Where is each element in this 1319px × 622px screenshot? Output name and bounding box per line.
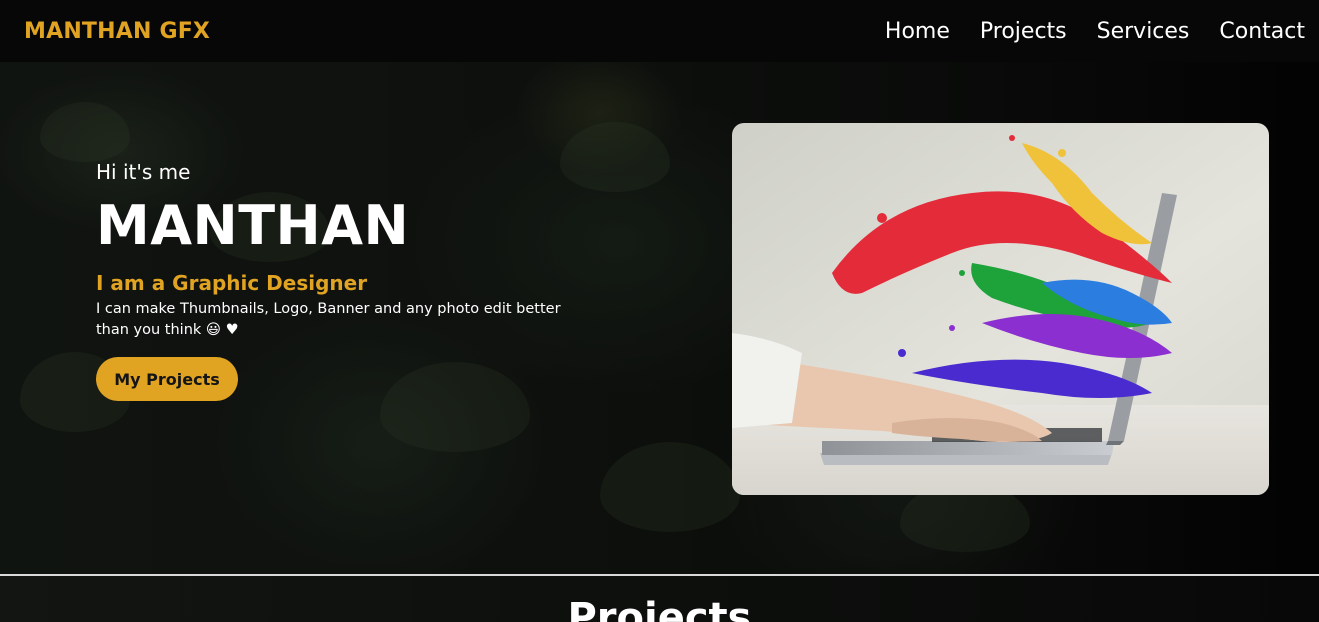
- brand-logo[interactable]: MANTHAN GFX: [24, 19, 210, 44]
- hero-role: I am a Graphic Designer: [96, 271, 368, 295]
- nav-menu: Home Projects Services Contact: [885, 19, 1305, 44]
- nav-link-services[interactable]: Services: [1097, 19, 1190, 44]
- hero-section: Hi it's me MANTHAN I am a Graphic Design…: [0, 62, 1319, 574]
- hero-name: MANTHAN: [96, 194, 410, 257]
- nav-link-projects[interactable]: Projects: [980, 19, 1067, 44]
- hero-intro: Hi it's me MANTHAN I am a Graphic Design…: [96, 160, 616, 401]
- hero-description: I can make Thumbnails, Logo, Banner and …: [96, 301, 561, 338]
- laptop-paint-splash-image: [732, 123, 1269, 495]
- projects-heading: Projects: [567, 595, 752, 622]
- nav-link-contact[interactable]: Contact: [1219, 19, 1305, 44]
- top-navbar: MANTHAN GFX Home Projects Services Conta…: [0, 0, 1319, 62]
- my-projects-button[interactable]: My Projects: [96, 357, 238, 401]
- section-divider: [0, 574, 1319, 576]
- hero-greeting: Hi it's me: [96, 160, 191, 184]
- projects-section: Projects: [0, 576, 1319, 622]
- nav-link-home[interactable]: Home: [885, 19, 950, 44]
